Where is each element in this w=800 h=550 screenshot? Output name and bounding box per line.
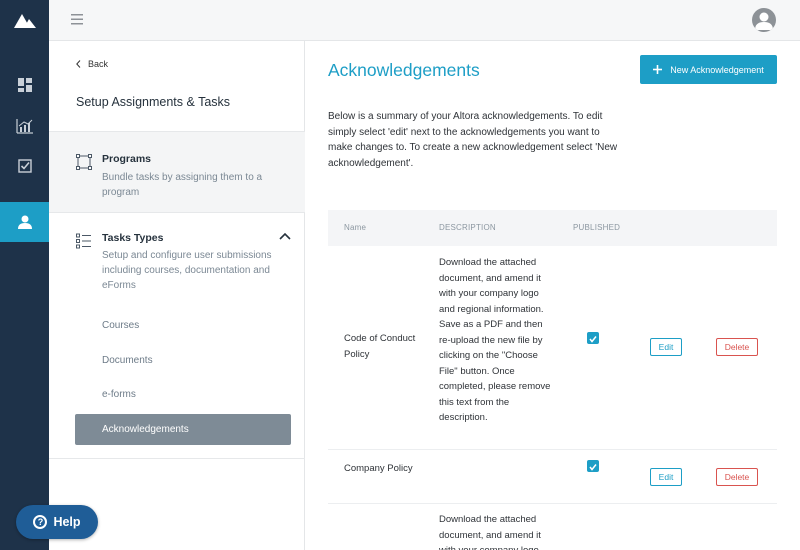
check-icon: [589, 464, 597, 471]
task-list-icon: [76, 233, 91, 249]
main-content: Acknowledgements New Acknowledgement Bel…: [305, 41, 800, 550]
subnav-link-eforms[interactable]: e-forms: [102, 389, 136, 400]
subnav-link-documents[interactable]: Documents: [102, 355, 153, 366]
row-description: Download the attached document, and amen…: [439, 514, 541, 550]
rail-item-dashboard[interactable]: [0, 65, 49, 105]
task-types-title[interactable]: Tasks Types: [102, 232, 163, 244]
programs-title: Programs: [102, 153, 152, 165]
programs-desc: Bundle tasks by assigning them to a prog…: [102, 172, 263, 198]
chart-icon: [15, 119, 33, 134]
left-rail: [0, 0, 49, 550]
column-header-published: PUBLISHED: [573, 223, 621, 232]
chevron-up-icon[interactable]: [279, 232, 291, 240]
chevron-left-icon: [76, 60, 81, 68]
subnav-link-courses[interactable]: Courses: [102, 320, 139, 331]
subnav-title: Setup Assignments & Tasks: [76, 95, 231, 109]
published-checkbox[interactable]: [587, 332, 599, 344]
table-row: Code of Conduct Policy Download the atta…: [328, 246, 777, 450]
subnav-link-acknowledgements[interactable]: Acknowledgements: [75, 414, 291, 445]
dashboard-icon: [17, 78, 32, 92]
edit-button[interactable]: Edit: [650, 468, 682, 486]
back-label: Back: [88, 59, 109, 69]
table-header: Name DESCRIPTION PUBLISHED: [328, 210, 777, 246]
top-bar: [49, 0, 800, 41]
setup-subnav: Back Setup Assignments & Tasks Programs …: [49, 41, 305, 550]
rail-item-tasks[interactable]: [0, 146, 49, 186]
delete-button[interactable]: Delete: [716, 468, 758, 486]
section-programs[interactable]: Programs Bundle tasks by assigning them …: [49, 131, 305, 213]
published-checkbox[interactable]: [587, 460, 599, 472]
avatar[interactable]: [752, 8, 776, 32]
user-icon: [17, 215, 32, 229]
delete-button[interactable]: Delete: [716, 338, 758, 356]
row-name: Company Policy: [344, 463, 413, 474]
row-name: Code of Conduct Policy: [344, 333, 416, 360]
column-header-description: DESCRIPTION: [439, 223, 496, 232]
new-acknowledgement-button[interactable]: New Acknowledgement: [640, 55, 777, 84]
acknowledgements-table: Name DESCRIPTION PUBLISHED Code of Condu…: [328, 210, 777, 550]
check-icon: [589, 336, 597, 343]
programs-icon: [76, 154, 92, 170]
row-description: Download the attached document, and amen…: [439, 257, 551, 423]
help-question-icon: ?: [33, 515, 48, 529]
table-row: Download the attached document, and amen…: [328, 504, 777, 550]
help-button[interactable]: ? Help: [16, 505, 98, 539]
table-row: Company Policy Edit Delete: [328, 450, 777, 504]
task-types-desc: Setup and configure user submissions inc…: [102, 250, 272, 291]
edit-button[interactable]: Edit: [650, 338, 682, 356]
hamburger-menu-icon[interactable]: [71, 13, 84, 26]
plus-icon: [653, 65, 663, 74]
section-task-types: Tasks Types Setup and configure user sub…: [49, 213, 305, 459]
back-link[interactable]: Back: [76, 59, 108, 69]
column-header-name: Name: [344, 223, 367, 232]
rail-item-reports[interactable]: [0, 106, 49, 146]
altora-logo-icon[interactable]: [14, 12, 36, 28]
new-acknowledgement-label: New Acknowledgement: [670, 64, 764, 75]
rail-item-users[interactable]: [0, 202, 49, 242]
checkbox-icon: [17, 159, 32, 173]
help-label: Help: [53, 515, 81, 529]
avatar-user-icon: [755, 12, 773, 30]
intro-text: Below is a summary of your Altora acknow…: [328, 111, 618, 169]
page-title: Acknowledgements: [328, 60, 480, 80]
